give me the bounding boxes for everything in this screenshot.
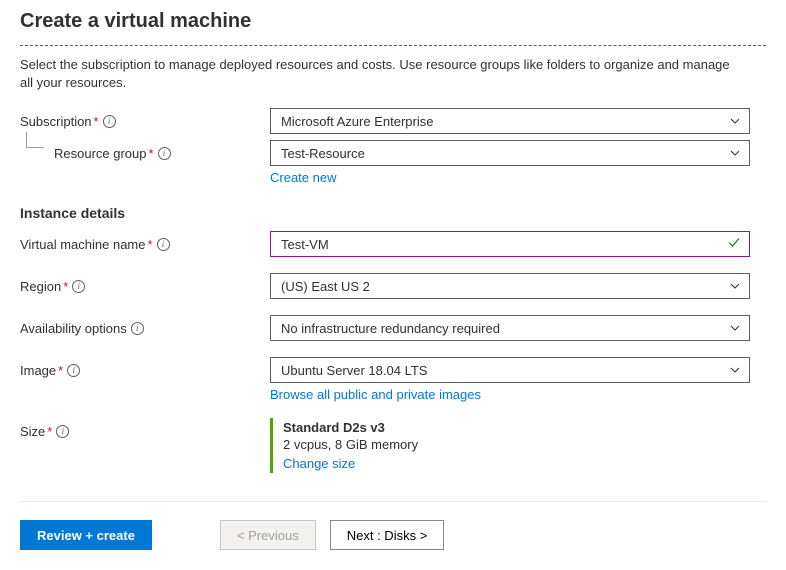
page-title: Create a virtual machine (20, 10, 766, 33)
subscription-label: Subscription (20, 114, 92, 129)
intro-text: Select the subscription to manage deploy… (20, 56, 740, 92)
browse-images-link[interactable]: Browse all public and private images (270, 387, 481, 402)
size-summary: Standard D2s v3 2 vcpus, 8 GiB memory Ch… (270, 418, 750, 473)
review-create-button[interactable]: Review + create (20, 520, 152, 550)
chevron-down-icon (729, 147, 741, 159)
instance-details-heading: Instance details (20, 205, 766, 221)
availability-value: No infrastructure redundancy required (281, 321, 500, 336)
info-icon[interactable]: i (131, 322, 144, 335)
chevron-down-icon (729, 280, 741, 292)
image-dropdown[interactable]: Ubuntu Server 18.04 LTS (270, 357, 750, 383)
footer-divider (20, 501, 766, 502)
info-icon[interactable]: i (103, 115, 116, 128)
size-label: Size (20, 424, 45, 439)
availability-dropdown[interactable]: No infrastructure redundancy required (270, 315, 750, 341)
info-icon[interactable]: i (72, 280, 85, 293)
vm-name-label: Virtual machine name (20, 237, 146, 252)
check-icon (727, 236, 741, 253)
info-icon[interactable]: i (157, 238, 170, 251)
size-name: Standard D2s v3 (283, 420, 750, 435)
header-divider (20, 45, 766, 46)
resource-group-value: Test-Resource (281, 146, 365, 161)
availability-label: Availability options (20, 321, 127, 336)
size-detail: 2 vcpus, 8 GiB memory (283, 437, 750, 452)
vm-name-input[interactable]: Test-VM (270, 231, 750, 257)
chevron-down-icon (729, 364, 741, 376)
required-asterisk: * (58, 363, 63, 378)
subscription-value: Microsoft Azure Enterprise (281, 114, 433, 129)
region-label: Region (20, 279, 61, 294)
next-button[interactable]: Next : Disks > (330, 520, 445, 550)
required-asterisk: * (63, 279, 68, 294)
info-icon[interactable]: i (158, 147, 171, 160)
required-asterisk: * (148, 237, 153, 252)
subscription-dropdown[interactable]: Microsoft Azure Enterprise (270, 108, 750, 134)
resource-group-dropdown[interactable]: Test-Resource (270, 140, 750, 166)
required-asterisk: * (47, 424, 52, 439)
tree-connector-icon (26, 132, 44, 148)
info-icon[interactable]: i (67, 364, 80, 377)
previous-button: < Previous (220, 520, 316, 550)
chevron-down-icon (729, 115, 741, 127)
vm-name-value: Test-VM (281, 237, 329, 252)
create-new-link[interactable]: Create new (270, 170, 336, 185)
required-asterisk: * (149, 146, 154, 161)
chevron-down-icon (729, 322, 741, 334)
change-size-link[interactable]: Change size (283, 456, 355, 471)
image-label: Image (20, 363, 56, 378)
required-asterisk: * (94, 114, 99, 129)
region-dropdown[interactable]: (US) East US 2 (270, 273, 750, 299)
resource-group-label: Resource group (54, 146, 147, 161)
info-icon[interactable]: i (56, 425, 69, 438)
image-value: Ubuntu Server 18.04 LTS (281, 363, 427, 378)
region-value: (US) East US 2 (281, 279, 370, 294)
